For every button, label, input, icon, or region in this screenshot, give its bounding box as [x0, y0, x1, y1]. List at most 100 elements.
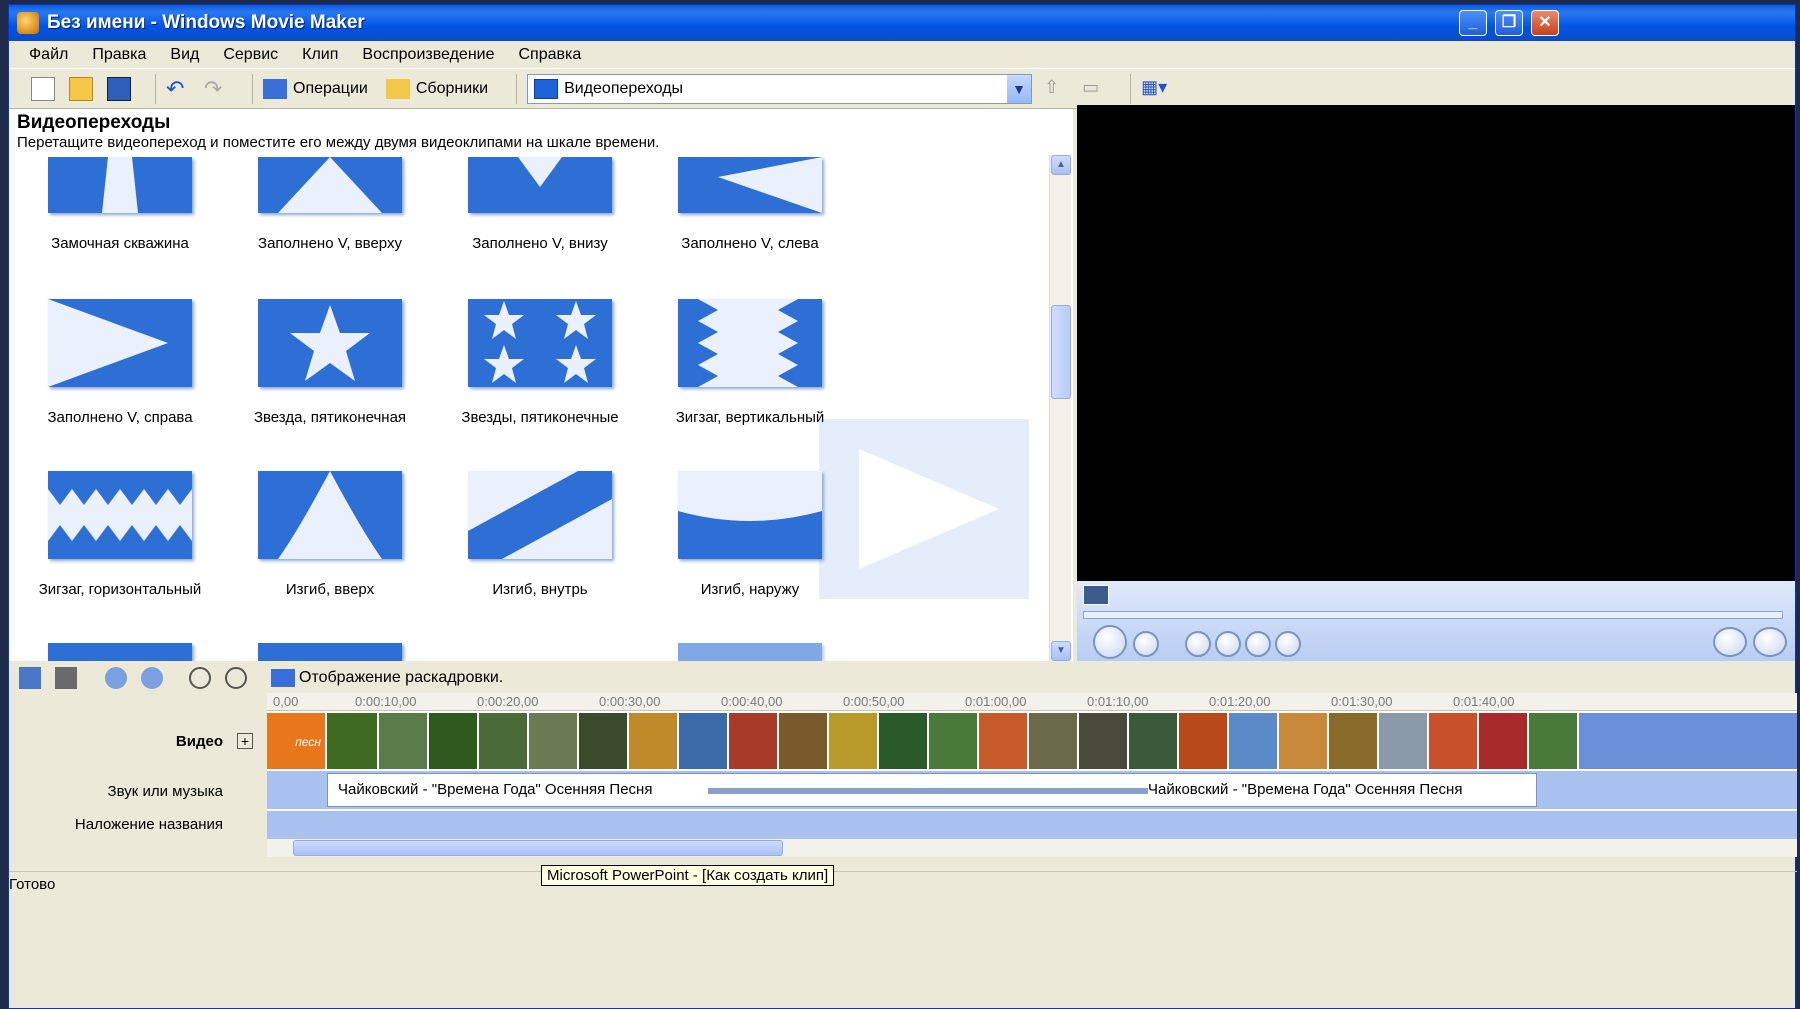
next-frame-button[interactable]	[1275, 631, 1301, 657]
collections-button[interactable]: Сборники	[385, 78, 488, 99]
video-clip[interactable]	[929, 713, 979, 769]
scroll-thumb[interactable]	[293, 840, 783, 856]
video-clip[interactable]	[1029, 713, 1079, 769]
transition-tile[interactable]: Зигзаг, вертикальный	[645, 299, 855, 426]
video-clip[interactable]	[1529, 713, 1579, 769]
storyboard-view-icon[interactable]	[19, 667, 41, 689]
split-clip-button[interactable]	[1713, 627, 1747, 657]
menu-file[interactable]: Файл	[29, 46, 68, 64]
menu-edit[interactable]: Правка	[92, 46, 146, 64]
expand-icon[interactable]: +	[237, 733, 253, 749]
scroll-up-icon[interactable]: ▲	[1051, 155, 1071, 175]
video-clip[interactable]	[529, 713, 579, 769]
redo-icon[interactable]: ↷	[204, 76, 228, 101]
time-ruler[interactable]: 0,00 0:00:10,00 0:00:20,00 0:00:30,00 0:…	[267, 693, 1797, 711]
operations-button[interactable]: Операции	[263, 78, 368, 99]
undo-icon[interactable]: ↶	[166, 76, 190, 101]
transition-tile[interactable]	[15, 643, 225, 661]
zoom-in-icon[interactable]	[105, 667, 127, 689]
video-clip[interactable]	[879, 713, 929, 769]
transition-tile[interactable]: Заполнено V, справа	[15, 299, 225, 426]
open-folder-icon[interactable]	[69, 76, 93, 101]
video-clip[interactable]	[1379, 713, 1429, 769]
new-folder-icon[interactable]: ▭	[1082, 77, 1106, 101]
menu-tools[interactable]: Сервис	[223, 46, 278, 64]
video-clip[interactable]	[1229, 713, 1279, 769]
video-clip[interactable]	[479, 713, 529, 769]
previous-frame-button[interactable]	[1185, 631, 1211, 657]
forward-button[interactable]	[1245, 631, 1271, 657]
video-clip[interactable]	[379, 713, 429, 769]
play-button[interactable]	[1093, 625, 1127, 659]
timeline: Видео + Звук или музыка Наложение назван…	[9, 693, 1797, 857]
up-level-icon[interactable]: ⇧	[1044, 77, 1068, 101]
transition-tile[interactable]: Замочная скважина	[15, 157, 225, 252]
zoom-out-icon[interactable]	[141, 667, 163, 689]
transition-tile[interactable]	[645, 643, 855, 661]
rewind-button[interactable]	[1215, 631, 1241, 657]
transition-label: Заполнено V, справа	[47, 409, 193, 426]
vertical-scrollbar[interactable]: ▲ ▼	[1049, 155, 1071, 661]
video-clip[interactable]	[1129, 713, 1179, 769]
menu-play[interactable]: Воспроизведение	[362, 46, 494, 64]
transition-tile[interactable]: Зигзаг, горизонтальный	[15, 471, 225, 598]
video-clip[interactable]: песн	[267, 713, 327, 769]
chevron-down-icon[interactable]: ▼	[1007, 74, 1032, 103]
video-clip[interactable]	[979, 713, 1029, 769]
video-clip[interactable]	[579, 713, 629, 769]
fullscreen-icon[interactable]	[1083, 585, 1109, 605]
minimize-button[interactable]: _	[1459, 10, 1487, 36]
narration-mic-icon[interactable]	[55, 667, 77, 689]
audio-clip[interactable]: Чайковский - "Времена Года" Осенняя Песн…	[327, 773, 1537, 807]
video-clip[interactable]	[327, 713, 379, 769]
new-project-icon[interactable]	[31, 76, 55, 101]
audio-track[interactable]: Чайковский - "Времена Года" Осенняя Песн…	[267, 771, 1797, 809]
scroll-down-icon[interactable]: ▼	[1051, 641, 1071, 661]
storyboard-icon[interactable]	[271, 669, 295, 687]
transition-tile[interactable]	[225, 643, 435, 661]
transition-tile[interactable]: Заполнено V, вверху	[225, 157, 435, 252]
bend-up-thumb	[258, 471, 402, 559]
close-button[interactable]: ✕	[1531, 10, 1559, 36]
transition-tile[interactable]: Изгиб, наружу	[645, 471, 855, 598]
transition-tile[interactable]: Звезды, пятиконечные	[435, 299, 645, 426]
video-clip[interactable]	[779, 713, 829, 769]
stop-button[interactable]	[1133, 631, 1159, 657]
video-clip[interactable]	[679, 713, 729, 769]
video-clip[interactable]	[1479, 713, 1529, 769]
video-clip[interactable]	[629, 713, 679, 769]
storyboard-label[interactable]: Отображение раскадровки.	[299, 669, 503, 687]
video-clip[interactable]	[1429, 713, 1479, 769]
video-clip[interactable]	[1179, 713, 1229, 769]
view-options-icon[interactable]: ▦▾	[1141, 77, 1173, 101]
horizontal-scrollbar[interactable]	[267, 839, 1797, 857]
menu-help[interactable]: Справка	[518, 46, 581, 64]
partial-thumb	[678, 643, 822, 661]
video-track[interactable]: песн	[267, 713, 1797, 769]
window-title: Без имени - Windows Movie Maker	[47, 12, 365, 33]
transition-tile[interactable]: Заполнено V, внизу	[435, 157, 645, 252]
video-clip[interactable]	[1079, 713, 1129, 769]
seek-bar[interactable]	[1083, 611, 1783, 619]
scroll-thumb[interactable]	[1051, 305, 1071, 399]
video-clip[interactable]	[429, 713, 479, 769]
zigzag-vertical-thumb	[678, 299, 822, 387]
title-bar[interactable]: Без имени - Windows Movie Maker _ ❐ ✕	[9, 5, 1795, 41]
transition-tile[interactable]: Звезда, пятиконечная	[225, 299, 435, 426]
menu-clip[interactable]: Клип	[302, 46, 338, 64]
rewind-timeline-icon[interactable]	[189, 667, 211, 689]
collection-combo[interactable]: Видеопереходы ▼	[527, 73, 1033, 104]
title-overlay-track[interactable]	[267, 811, 1797, 839]
snapshot-camera-icon[interactable]	[1753, 627, 1787, 657]
video-clip[interactable]	[1279, 713, 1329, 769]
video-clip[interactable]	[729, 713, 779, 769]
transition-tile[interactable]: Заполнено V, слева	[645, 157, 855, 252]
transition-tile[interactable]: Изгиб, вверх	[225, 471, 435, 598]
play-timeline-icon[interactable]	[225, 667, 247, 689]
transition-tile[interactable]: Изгиб, внутрь	[435, 471, 645, 598]
video-clip[interactable]	[1329, 713, 1379, 769]
restore-button[interactable]: ❐	[1495, 10, 1523, 36]
save-icon[interactable]	[107, 76, 131, 101]
menu-view[interactable]: Вид	[170, 46, 199, 64]
video-clip[interactable]	[829, 713, 879, 769]
